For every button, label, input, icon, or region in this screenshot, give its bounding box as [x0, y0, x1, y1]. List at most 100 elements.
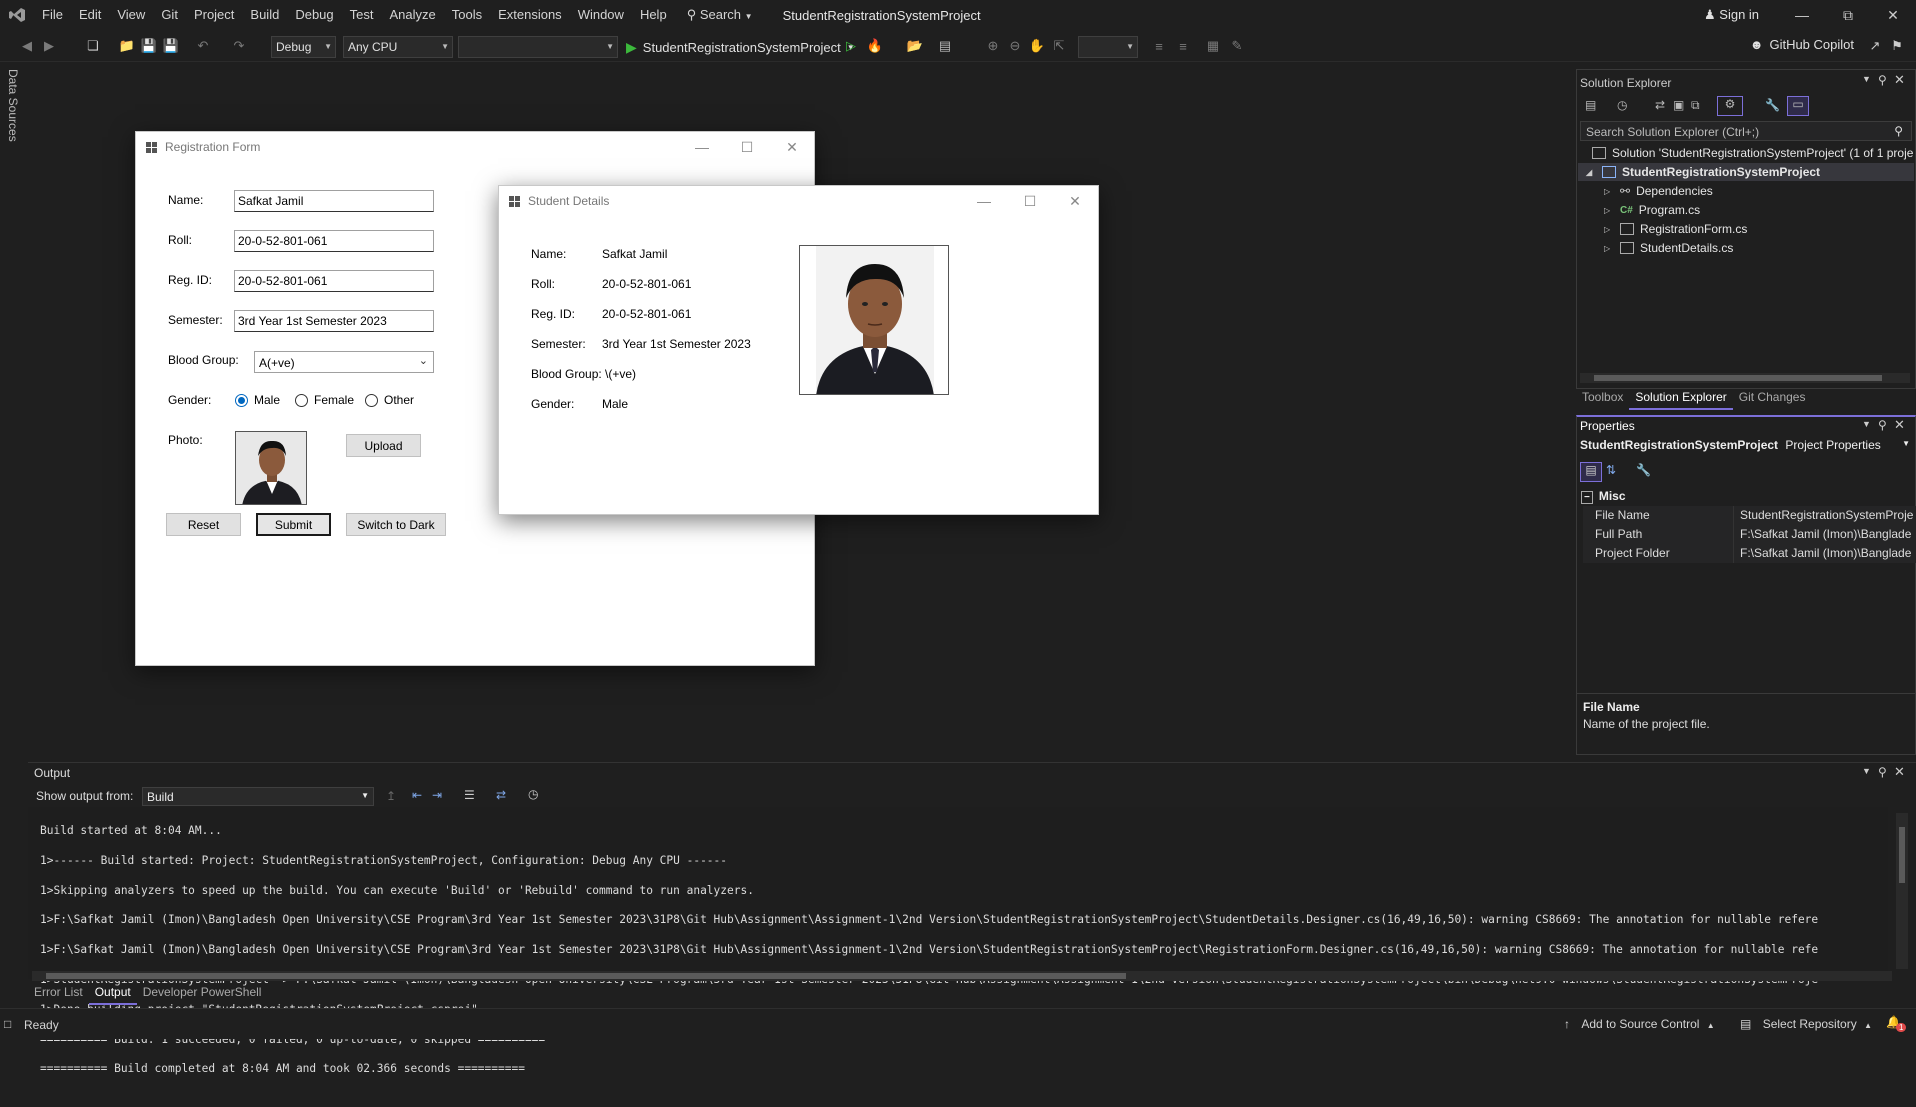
word-wrap-icon[interactable]: ⇄	[496, 788, 506, 802]
property-row[interactable]: Full Path F:\Safkat Jamil (Imon)\Banglade	[1583, 525, 1916, 544]
menu-edit[interactable]: Edit	[71, 0, 109, 30]
category-misc[interactable]: − Misc	[1581, 489, 1626, 504]
feedback-icon[interactable]: ⚑	[1888, 37, 1906, 55]
pin-icon[interactable]: ⚲	[1878, 765, 1887, 779]
close-icon[interactable]: ✕	[1894, 417, 1905, 433]
open-folder-icon[interactable]: 📁	[118, 37, 136, 55]
add-to-source-control-button[interactable]: ↑ Add to Source Control ▲	[1564, 1017, 1715, 1031]
menu-tools[interactable]: Tools	[444, 0, 490, 30]
panel-menu-icon[interactable]: ▼	[1862, 419, 1871, 429]
menu-test[interactable]: Test	[342, 0, 382, 30]
tree-item-program[interactable]: ▷ C# Program.cs	[1604, 203, 1700, 217]
share-icon[interactable]: ↗	[1866, 37, 1884, 55]
maximize-icon[interactable]: ☐	[1007, 186, 1053, 216]
menu-debug[interactable]: Debug	[287, 0, 341, 30]
property-row[interactable]: Project Folder F:\Safkat Jamil (Imon)\Ban…	[1583, 544, 1916, 563]
panel-menu-icon[interactable]: ▼	[1862, 766, 1871, 776]
platform-dropdown[interactable]: Any CPU ▼	[343, 36, 453, 58]
save-icon[interactable]: 💾	[140, 37, 158, 55]
tab-solution-explorer[interactable]: Solution Explorer	[1629, 386, 1733, 410]
minimize-icon[interactable]: —	[679, 132, 725, 162]
forward-icon[interactable]: ▶	[40, 37, 58, 55]
github-copilot-button[interactable]: ☻ GitHub Copilot	[1750, 37, 1854, 52]
reg-id-input[interactable]	[234, 270, 434, 292]
property-row[interactable]: File Name StudentRegistrationSystemProje	[1583, 506, 1916, 525]
name-input[interactable]	[234, 190, 434, 212]
gender-female-radio[interactable]: Female	[295, 393, 354, 407]
zoom-in-icon[interactable]: ⊕	[984, 37, 1002, 55]
clear-all-icon[interactable]: ☰	[464, 788, 475, 802]
menu-build[interactable]: Build	[242, 0, 287, 30]
restore-icon[interactable]: ⧉	[1825, 0, 1871, 30]
tab-developer-powershell[interactable]: Developer PowerShell	[137, 981, 268, 1005]
alphabetical-icon[interactable]: ⇅	[1606, 463, 1616, 477]
reset-button[interactable]: Reset	[166, 513, 241, 536]
browse-folder-icon[interactable]: 📂	[906, 37, 924, 55]
select-repository-button[interactable]: ▤ Select Repository ▲	[1740, 1017, 1872, 1031]
switch-views-icon[interactable]: ▤	[1585, 98, 1596, 112]
target-dropdown[interactable]: ▼	[458, 36, 618, 58]
undo-icon[interactable]: ↶	[194, 37, 212, 55]
minimize-icon[interactable]: —	[1779, 0, 1825, 30]
menu-git[interactable]: Git	[153, 0, 186, 30]
start-without-debugging-icon[interactable]: ▷	[842, 37, 860, 55]
outdent-icon[interactable]: ≡	[1174, 37, 1192, 55]
gender-other-radio[interactable]: Other	[365, 393, 414, 407]
close-icon[interactable]: ✕	[769, 132, 815, 162]
blood-group-select[interactable]: A(+ve) ⌄	[254, 351, 434, 373]
menu-file[interactable]: File	[34, 0, 71, 30]
menu-analyze[interactable]: Analyze	[381, 0, 443, 30]
property-pages-icon[interactable]: 🔧	[1636, 463, 1651, 477]
vertical-scrollbar[interactable]	[1896, 813, 1908, 969]
semester-input[interactable]	[234, 310, 434, 332]
collapse-all-icon[interactable]: ▣	[1673, 98, 1684, 112]
sync-icon[interactable]: ⇄	[1655, 98, 1665, 112]
menu-window[interactable]: Window	[570, 0, 632, 30]
start-debugging-button[interactable]: ▶ StudentRegistrationSystemProject ▼	[626, 36, 855, 58]
timestamp-icon[interactable]: ◷	[528, 787, 538, 801]
properties-wrench-icon[interactable]: 🔧	[1765, 98, 1780, 112]
output-source-dropdown[interactable]: Build ▼	[142, 787, 374, 806]
layout-icon[interactable]: ▤	[936, 37, 954, 55]
gender-male-radio[interactable]: Male	[235, 393, 280, 407]
close-icon[interactable]: ✕	[1052, 186, 1098, 216]
back-icon[interactable]: ◀	[18, 37, 36, 55]
previous-message-icon[interactable]: ⇤	[412, 788, 422, 802]
data-sources-tab[interactable]: Data Sources	[6, 69, 20, 142]
menu-view[interactable]: View	[109, 0, 153, 30]
next-message-icon[interactable]: ⇥	[432, 788, 442, 802]
minimize-icon[interactable]: —	[961, 186, 1007, 216]
find-message-icon[interactable]: ↥	[386, 789, 396, 803]
tab-git-changes[interactable]: Git Changes	[1733, 386, 1812, 410]
horizontal-scrollbar[interactable]	[32, 971, 1892, 981]
notifications-button[interactable]: 🔔 1	[1886, 1015, 1907, 1032]
tab-error-list[interactable]: Error List	[28, 981, 89, 1005]
tab-output[interactable]: Output	[88, 981, 137, 1005]
close-icon[interactable]: ✕	[1870, 0, 1916, 30]
pending-changes-icon[interactable]: ◷	[1617, 98, 1627, 112]
solution-search-input[interactable]: Search Solution Explorer (Ctrl+;) ⚲	[1580, 121, 1912, 141]
sign-in-button[interactable]: ♟ Sign in	[1704, 7, 1759, 23]
close-icon[interactable]: ✕	[1894, 72, 1905, 88]
tree-item-studentdetails[interactable]: ▷ StudentDetails.cs	[1604, 241, 1733, 255]
tab-toolbox[interactable]: Toolbox	[1576, 386, 1629, 410]
panel-menu-icon[interactable]: ▼	[1862, 74, 1871, 84]
pan-icon[interactable]: ✋	[1028, 37, 1046, 55]
save-all-icon[interactable]: 💾	[162, 37, 180, 55]
indent-icon[interactable]: ≡	[1150, 37, 1168, 55]
project-node[interactable]: ◢ StudentRegistrationSystemProject	[1586, 165, 1820, 179]
close-icon[interactable]: ✕	[1894, 764, 1905, 780]
maximize-icon[interactable]: ☐	[724, 132, 770, 162]
tree-item-dependencies[interactable]: ▷ ⚯ Dependencies	[1604, 184, 1713, 198]
properties-object-selector[interactable]: StudentRegistrationSystemProject Project…	[1580, 438, 1912, 458]
tree-item-registrationform[interactable]: ▷ RegistrationForm.cs	[1604, 222, 1747, 236]
solution-node[interactable]: Solution 'StudentRegistrationSystemProje…	[1592, 146, 1913, 160]
redo-icon[interactable]: ↷	[230, 37, 248, 55]
show-all-files-icon[interactable]: ⧉	[1691, 98, 1700, 113]
comment-icon[interactable]: ▦	[1204, 37, 1222, 55]
zoom-dropdown[interactable]: ▼	[1078, 36, 1138, 58]
config-dropdown[interactable]: Debug ▼	[271, 36, 336, 58]
categorized-icon[interactable]: ▤	[1580, 462, 1602, 482]
preview-icon[interactable]: ▭	[1787, 96, 1809, 116]
pin-icon[interactable]: ⚲	[1878, 73, 1887, 87]
